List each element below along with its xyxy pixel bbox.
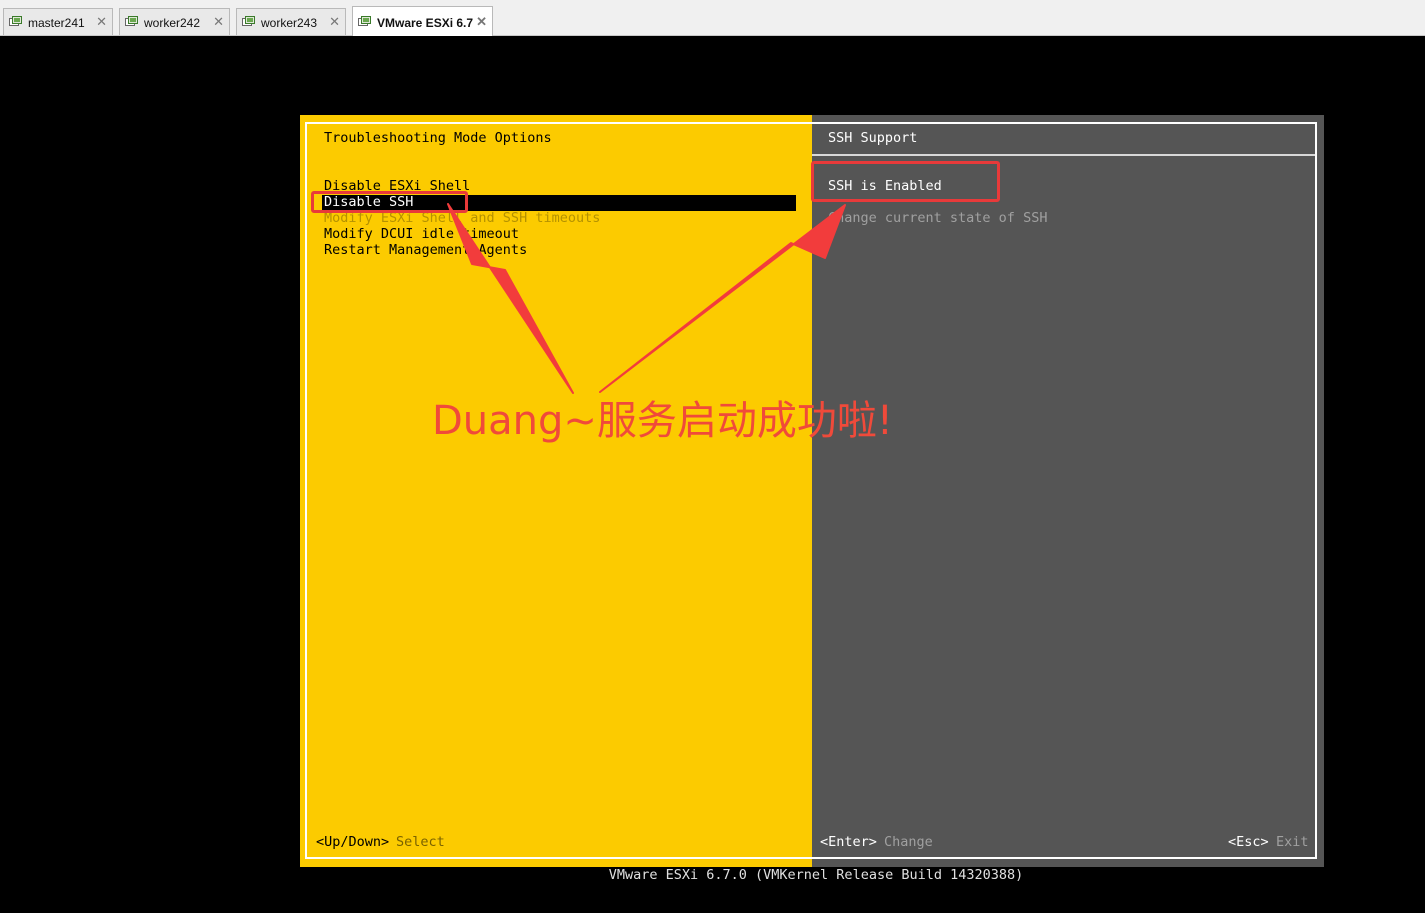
tab-label: worker242 <box>144 16 201 30</box>
vm-icon <box>125 16 138 26</box>
footer-action-exit: Exit <box>1276 834 1309 850</box>
tab-label: master241 <box>28 16 85 30</box>
vm-icon <box>9 16 22 26</box>
footer-key-enter: <Enter> <box>820 834 877 850</box>
close-icon[interactable]: ✕ <box>329 14 340 30</box>
footer-action-select: Select <box>396 834 445 850</box>
detail-title: SSH Support <box>828 130 918 146</box>
menu-item-modify-dcui-timeout[interactable]: Modify DCUI idle timeout <box>324 226 519 242</box>
tab-bar: master241 ✕ worker242 ✕ worker243 ✕ VMwa… <box>0 0 1425 36</box>
tab-worker242[interactable]: worker242 ✕ <box>119 8 230 35</box>
options-pane: Troubleshooting Mode Options Disable ESX… <box>300 115 812 867</box>
tab-master241[interactable]: master241 ✕ <box>3 8 113 35</box>
tab-label: worker243 <box>261 16 318 30</box>
tab-label: VMware ESXi 6.7 <box>377 16 474 30</box>
pane-title: Troubleshooting Mode Options <box>324 130 552 146</box>
highlight-box-ssh-enabled <box>811 161 1000 202</box>
close-icon[interactable]: ✕ <box>476 14 487 30</box>
esxi-version-line: VMware ESXi 6.7.0 (VMKernel Release Buil… <box>608 867 1024 883</box>
console-screen[interactable]: Troubleshooting Mode Options Disable ESX… <box>300 115 1324 867</box>
close-icon[interactable]: ✕ <box>213 14 224 30</box>
menu-item-restart-agents[interactable]: Restart Management Agents <box>324 242 527 258</box>
footer-key-esc: <Esc> <box>1228 834 1269 850</box>
annotation-caption: Duang~服务启动成功啦! <box>432 398 893 444</box>
tab-worker243[interactable]: worker243 ✕ <box>236 8 346 35</box>
ssh-hint: Change current state of SSH <box>828 210 1048 226</box>
close-icon[interactable]: ✕ <box>96 14 107 30</box>
divider <box>812 154 1317 156</box>
detail-pane: SSH Support SSH is Enabled Change curren… <box>812 115 1324 867</box>
footer-action-change: Change <box>884 834 933 850</box>
tab-vmware-esxi[interactable]: VMware ESXi 6.7 ✕ <box>352 6 493 36</box>
vm-icon <box>242 16 255 26</box>
vm-icon <box>358 16 371 26</box>
highlight-box-disable-ssh <box>311 191 468 213</box>
footer-key-updown: <Up/Down> <box>316 834 390 850</box>
